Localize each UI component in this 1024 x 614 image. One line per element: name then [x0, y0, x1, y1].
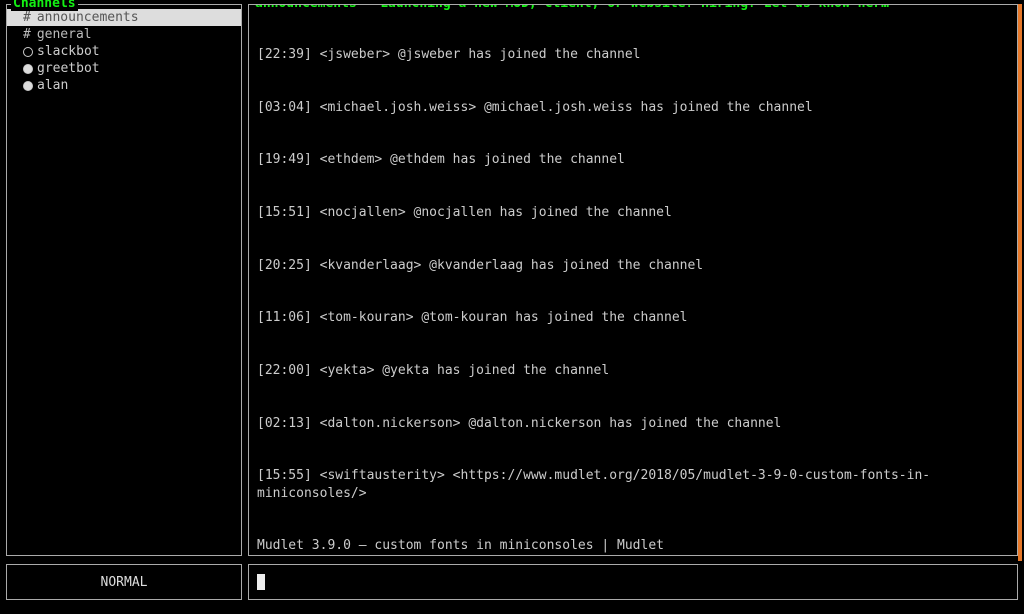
channels-sidebar: Channels #announcements #general slackbo…: [6, 4, 242, 556]
hash-icon: #: [23, 27, 31, 42]
dm-item-slackbot[interactable]: slackbot: [7, 43, 241, 60]
channel-header: announcements - Launching a new MUD, cli…: [253, 4, 1013, 11]
scrollbar-track[interactable]: [1018, 4, 1022, 561]
message-input[interactable]: [248, 564, 1018, 600]
channel-item-general[interactable]: # general: [7, 26, 241, 43]
message-line: [11:06] <tom-kouran> @tom-kouran has joi…: [257, 309, 1009, 327]
message-line: [15:51] <nocjallen> @nocjallen has joine…: [257, 204, 1009, 222]
message-line: [22:00] <yekta> @yekta has joined the ch…: [257, 362, 1009, 380]
message-line: [22:39] <jsweber> @jsweber has joined th…: [257, 46, 1009, 64]
cursor-icon: [257, 574, 265, 590]
app-container: Channels # announcements # general slackbo…: [0, 0, 1024, 560]
sidebar-title: Channels: [11, 0, 78, 11]
messages-pane: announcements - Launching a new MUD, cli…: [248, 4, 1018, 556]
dm-name: greetbot: [37, 61, 100, 76]
message-line: Mudlet 3.9.0 – custom fonts in miniconso…: [257, 537, 1009, 555]
dm-name: alan: [37, 78, 68, 93]
presence-indicator-icon: [23, 81, 33, 91]
message-line: [03:04] <michael.josh.weiss> @michael.jo…: [257, 99, 1009, 117]
mode-label: NORMAL: [101, 575, 148, 590]
bottom-row: NORMAL: [0, 560, 1024, 604]
message-line: [02:13] <dalton.nickerson> @dalton.nicke…: [257, 415, 1009, 433]
message-line: [19:49] <ethdem> @ethdem has joined the …: [257, 151, 1009, 169]
presence-indicator-icon: [23, 64, 33, 74]
message-line: [20:25] <kvanderlaag> @kvanderlaag has j…: [257, 257, 1009, 275]
dm-name: slackbot: [37, 44, 100, 59]
dm-item-alan[interactable]: alan: [7, 77, 241, 94]
hash-icon: #: [23, 10, 31, 25]
channel-name: announcements: [37, 10, 139, 25]
mode-indicator: NORMAL: [6, 564, 242, 600]
message-log[interactable]: [22:39] <jsweber> @jsweber has joined th…: [249, 5, 1017, 556]
presence-indicator-icon: [23, 47, 33, 57]
dm-item-greetbot[interactable]: greetbot: [7, 60, 241, 77]
channel-list: # announcements # general slackbot greetbo…: [7, 5, 241, 94]
message-line: [15:55] <swiftausterity> <https://www.mu…: [257, 467, 1009, 502]
channel-name: general: [37, 27, 92, 42]
channel-item-announcements[interactable]: # announcements: [7, 9, 241, 26]
